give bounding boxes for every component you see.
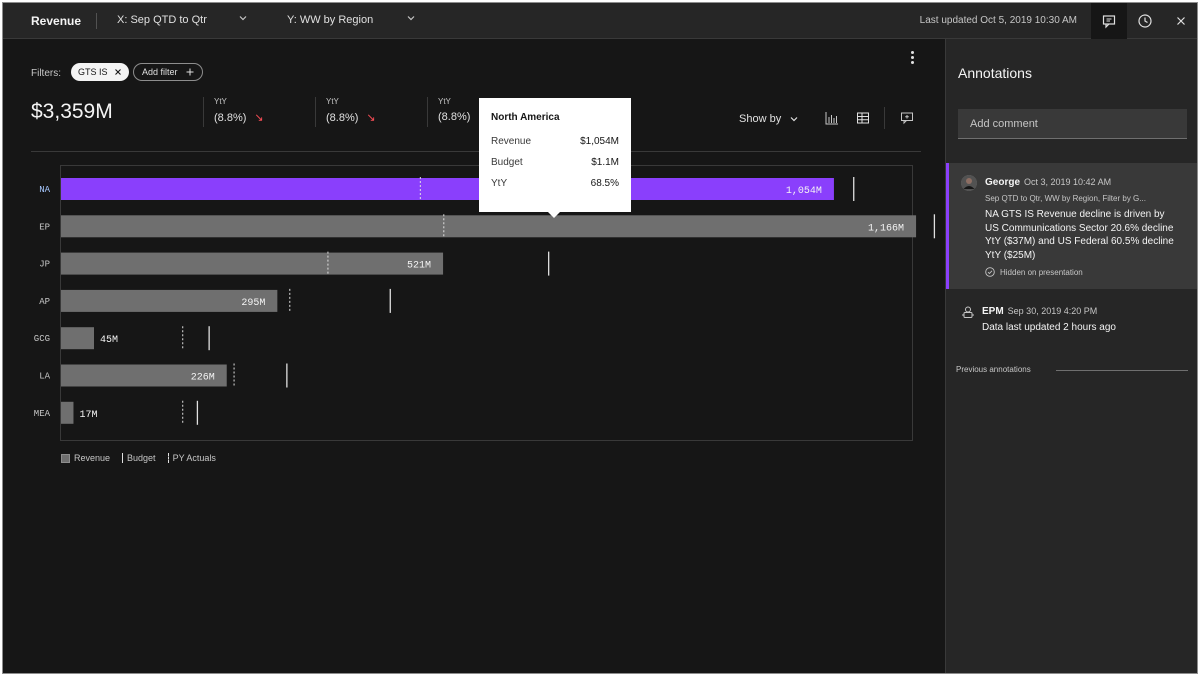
previous-annotations-link[interactable]: Previous annotations: [956, 365, 1031, 374]
chart-tooltip: North America Revenue $1,054M Budget $1.1M…: [479, 98, 631, 218]
divider: [96, 13, 97, 29]
annotations-title: Annotations: [958, 65, 1032, 81]
tooltip-row: YtY 68.5%: [491, 178, 619, 189]
filters-label: Filters:: [31, 68, 61, 79]
legend-revenue-label: Revenue: [74, 453, 111, 463]
kpi-ytd: YtY (8.8%): [427, 97, 470, 127]
bar-gcg[interactable]: [61, 327, 94, 350]
arrow-down-icon: ↘: [366, 112, 376, 124]
annotation-text: Data last updated 2 hours ago: [982, 322, 1116, 333]
legend-py-label: PY Actuals: [172, 453, 216, 463]
annotations-toggle-button[interactable]: [1091, 3, 1127, 39]
close-button[interactable]: [1163, 3, 1197, 39]
annotation-date: Sep 30, 2019 4:20 PM: [1007, 306, 1098, 316]
category-label: LA: [39, 372, 50, 382]
divider: [1056, 370, 1188, 371]
robot-icon: [962, 306, 974, 318]
kpi-label: YtY: [326, 97, 339, 106]
comment-icon: [1102, 15, 1116, 29]
value-label: 1,054M: [786, 186, 822, 197]
value-label: 1,166M: [868, 223, 904, 234]
bar-na[interactable]: [61, 178, 834, 200]
x-axis-select[interactable]: X: Sep QTD to Qtr: [117, 14, 207, 26]
value-label: 45M: [100, 335, 118, 346]
chevron-down-icon[interactable]: [238, 13, 248, 26]
value-label: 521M: [407, 261, 431, 272]
divider: [31, 151, 921, 152]
divider: [884, 107, 885, 129]
add-filter-button[interactable]: Add filter: [133, 63, 203, 81]
annotation-status: Hidden on presentation: [985, 267, 1083, 277]
kpi-ytd: YtY (8.8%) ↘: [203, 97, 264, 127]
tooltip-row: Budget $1.1M: [491, 157, 619, 168]
history-icon: [1138, 14, 1152, 28]
annotation-context: Sep QTD to Qtr, WW by Region, Filter by …: [985, 194, 1146, 203]
annotation-icon[interactable]: [900, 111, 914, 125]
table-icon[interactable]: [856, 111, 870, 125]
legend-budget-label: Budget: [127, 453, 156, 463]
close-icon[interactable]: [114, 68, 122, 76]
tooltip-row-value: $1.1M: [591, 157, 619, 168]
value-label: 295M: [241, 298, 265, 309]
history-button[interactable]: [1127, 3, 1163, 39]
page-title: Revenue: [31, 14, 82, 28]
annotations-panel: Annotations Add comment George Oct 3, 201…: [945, 39, 1197, 673]
kpi-ytd: YtY (8.8%) ↘: [315, 97, 376, 127]
overflow-menu-icon[interactable]: [911, 51, 917, 66]
avatar: [961, 175, 977, 191]
kpi-label: YtY: [438, 97, 451, 106]
category-label: NA: [39, 185, 50, 195]
tooltip-row-value: 68.5%: [590, 178, 619, 189]
chart-legend: Revenue Budget PY Actuals: [61, 453, 216, 463]
show-by-label: Show by: [739, 113, 782, 125]
annotation-text: NA GTS IS Revenue decline is driven by U…: [985, 209, 1174, 261]
show-by-dropdown[interactable]: Show by: [739, 113, 799, 125]
annotation-author: EPM: [982, 306, 1004, 317]
legend-budget: Budget: [122, 453, 156, 463]
tooltip-title: North America: [491, 112, 560, 123]
chevron-down-icon: [790, 117, 798, 122]
bar-ep[interactable]: [61, 215, 917, 238]
tooltip-row-label: Revenue: [491, 136, 532, 147]
check-circle-icon: [985, 267, 995, 277]
annotation-author: George: [985, 177, 1021, 188]
y-axis-select[interactable]: Y: WW by Region: [287, 14, 373, 26]
bar-chart-icon[interactable]: [825, 111, 839, 125]
category-label: GCG: [34, 334, 50, 344]
filter-chip[interactable]: GTS IS: [71, 63, 129, 81]
category-label: EP: [39, 222, 50, 232]
annotation-status-label: Hidden on presentation: [1000, 267, 1083, 277]
legend-py-actuals: PY Actuals: [167, 453, 216, 463]
last-updated-text: Last updated Oct 5, 2019 10:30 AM: [919, 15, 1077, 26]
filter-chip-label: GTS IS: [78, 67, 108, 77]
category-label: AP: [39, 297, 50, 307]
value-label: 17M: [79, 410, 97, 421]
bar-jp[interactable]: [61, 252, 444, 275]
top-bar: Revenue X: Sep QTD to Qtr Y: WW by Regio…: [3, 3, 1197, 39]
add-filter-label: Add filter: [142, 67, 178, 77]
kpi-label: YtY: [214, 97, 227, 106]
plus-icon: [186, 68, 194, 76]
total-value: $3,359M: [31, 100, 113, 123]
category-label: JP: [39, 260, 50, 270]
tooltip-row-label: YtY: [491, 178, 508, 189]
legend-revenue: Revenue: [61, 453, 110, 463]
kpi-value: (8.8%): [326, 111, 359, 124]
category-label: MEA: [34, 409, 51, 419]
app-window: Revenue X: Sep QTD to Qtr Y: WW by Regio…: [2, 2, 1198, 674]
tooltip-row-value: $1,054M: [580, 136, 619, 147]
chart-panel: Filters: GTS IS Add filter $3,359M YtY (…: [3, 39, 945, 673]
annotation-item[interactable]: George Oct 3, 2019 10:42 AM Sep QTD to Qt…: [946, 163, 1197, 289]
value-label: 226M: [191, 373, 215, 384]
annotation-date: Oct 3, 2019 10:42 AM: [1024, 177, 1112, 187]
kpi-value: (8.8%): [438, 111, 471, 123]
add-comment-input[interactable]: Add comment: [958, 109, 1187, 139]
tooltip-row: Revenue $1,054M: [491, 136, 619, 147]
arrow-down-icon: ↘: [254, 112, 264, 124]
tooltip-row-label: Budget: [491, 157, 523, 168]
kpi-value: (8.8%): [214, 111, 247, 124]
bar-mea[interactable]: [61, 401, 74, 424]
chevron-down-icon[interactable]: [406, 13, 416, 26]
close-icon: [1177, 17, 1185, 25]
